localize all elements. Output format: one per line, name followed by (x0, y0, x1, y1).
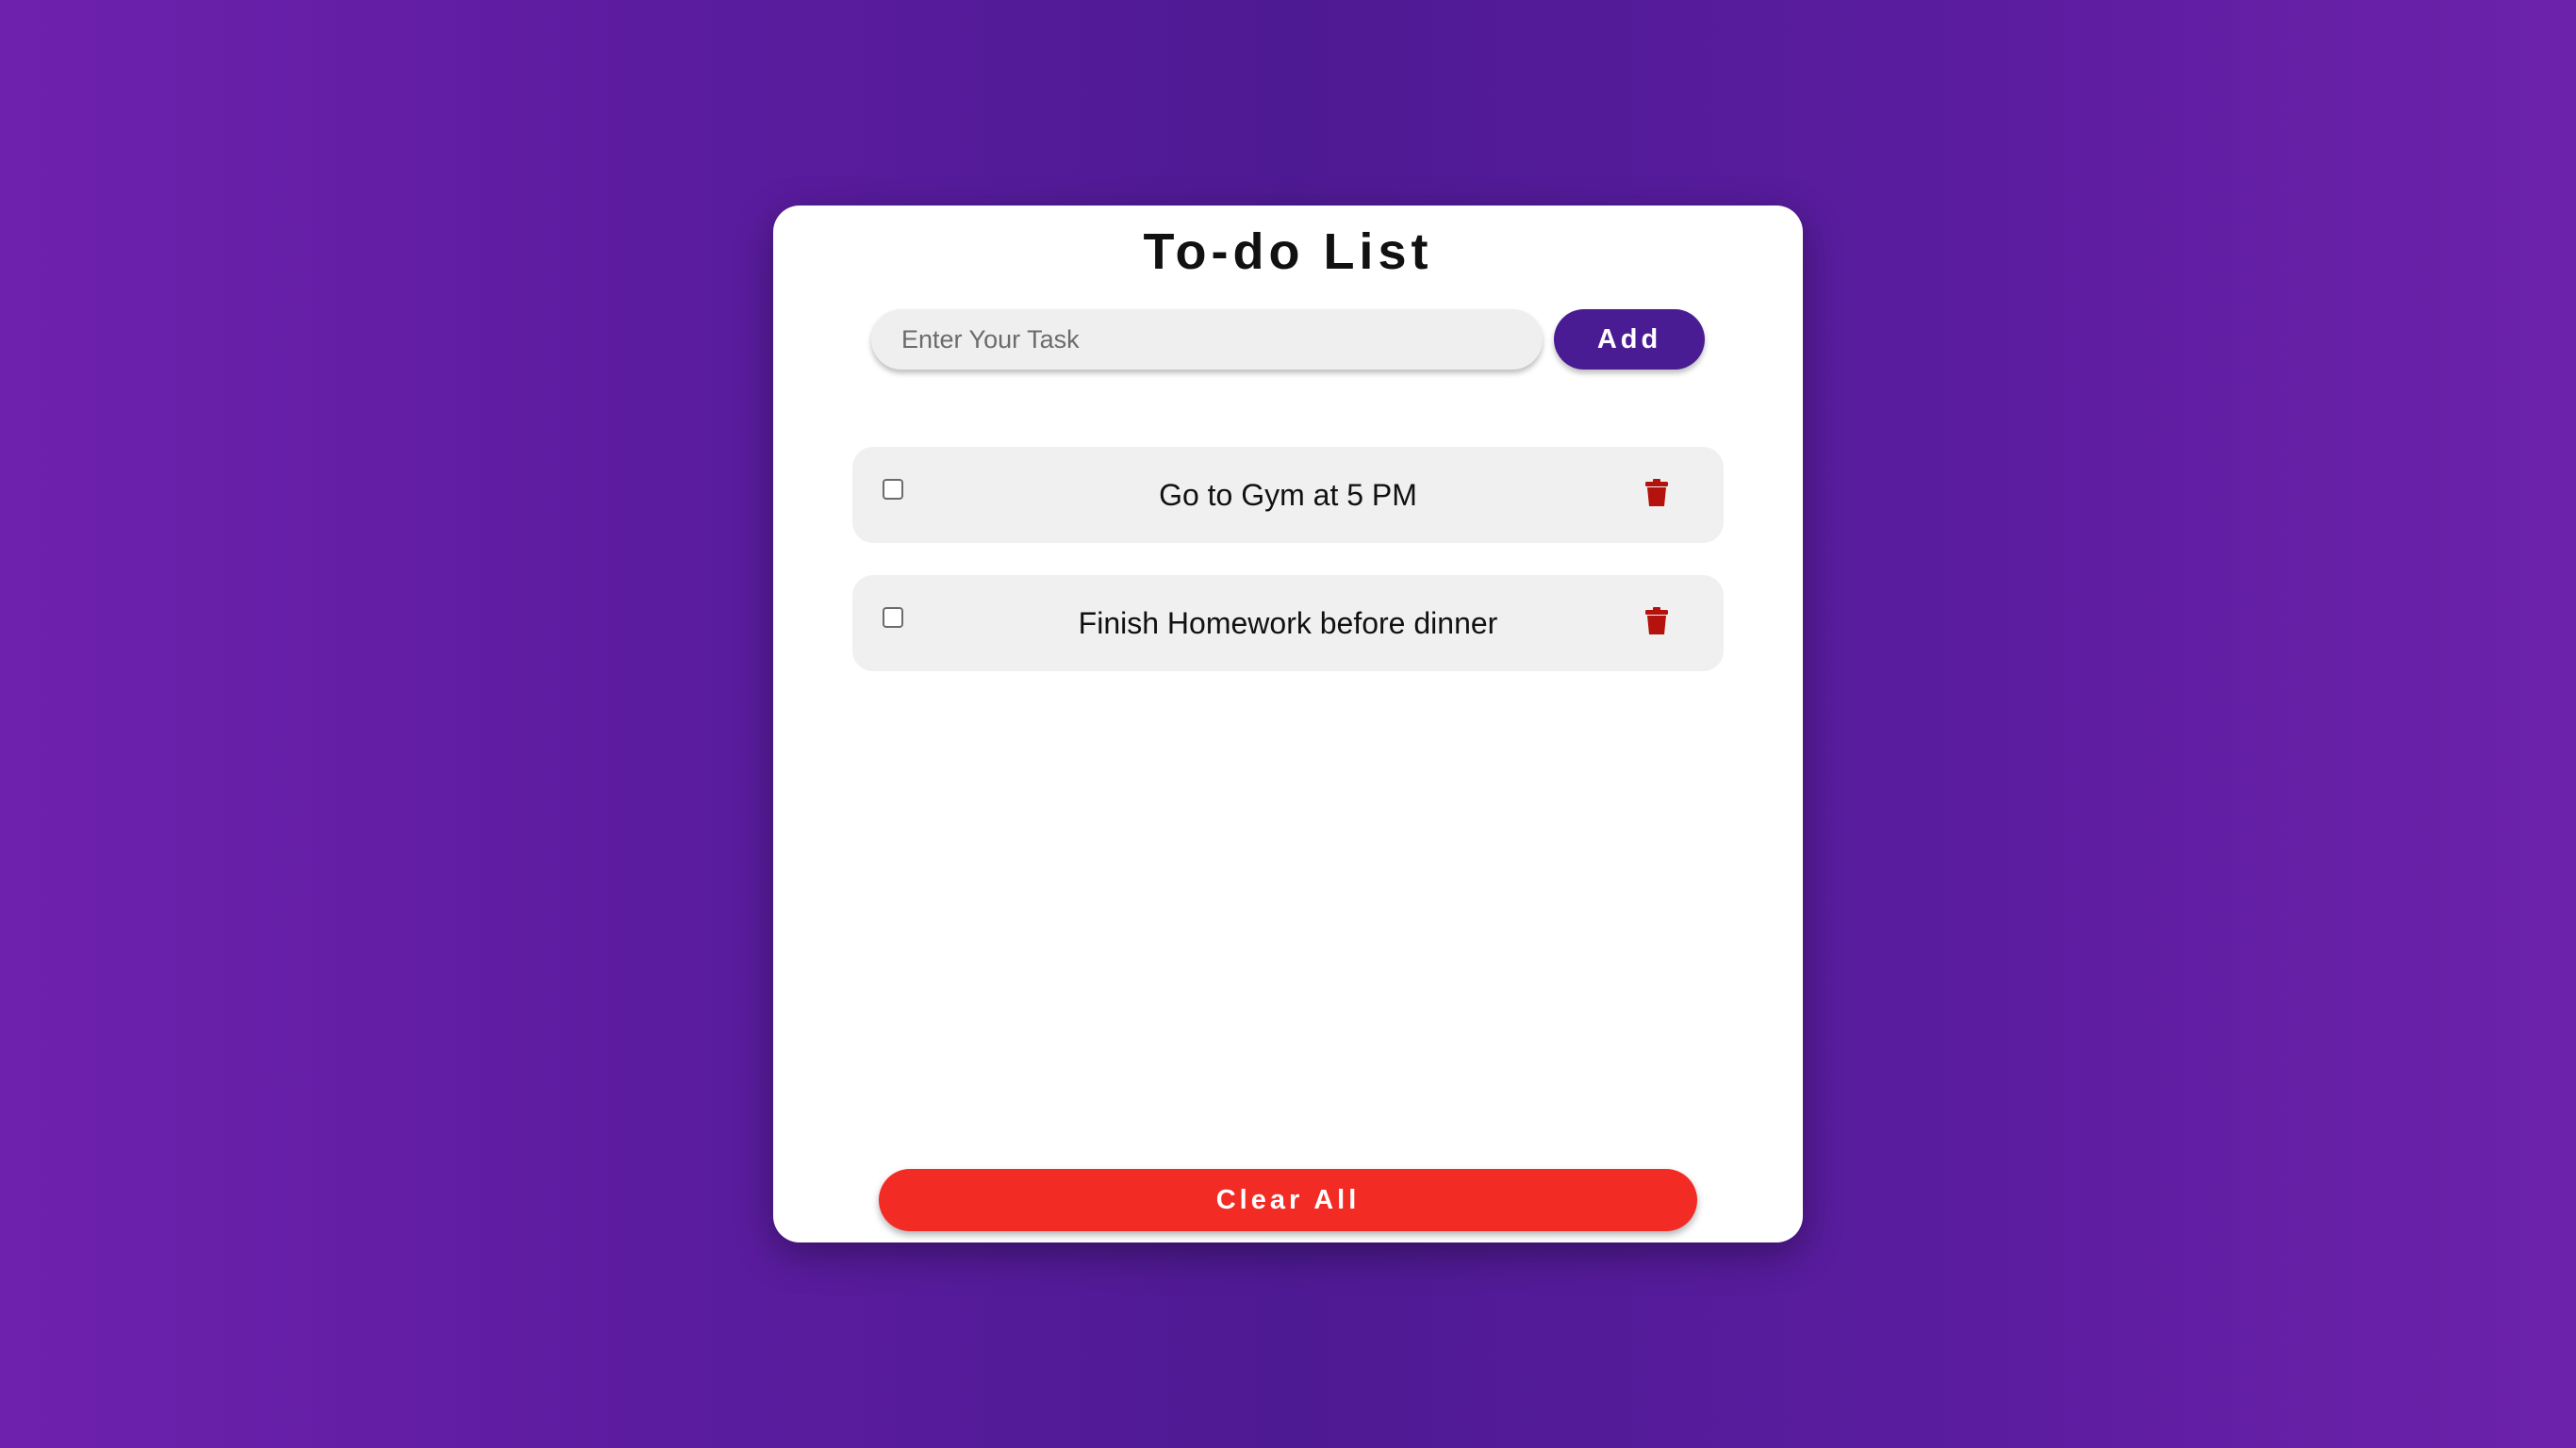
task-checkbox[interactable] (883, 607, 903, 628)
task-list: Go to Gym at 5 PM Finish Homework before… (852, 447, 1724, 703)
task-text: Finish Homework before dinner (1078, 606, 1498, 640)
trash-icon[interactable] (1644, 607, 1669, 635)
page-title: To-do List (1143, 223, 1433, 280)
todo-card: To-do List Add Go to Gym at 5 PM Finish … (773, 206, 1803, 1242)
trash-icon[interactable] (1644, 479, 1669, 507)
task-item: Go to Gym at 5 PM (852, 447, 1724, 543)
task-text: Go to Gym at 5 PM (1159, 478, 1417, 512)
task-item: Finish Homework before dinner (852, 575, 1724, 671)
clear-all-button[interactable]: Clear All (879, 1169, 1697, 1231)
add-button[interactable]: Add (1554, 309, 1705, 370)
task-checkbox[interactable] (883, 479, 903, 500)
task-input[interactable] (871, 309, 1543, 370)
